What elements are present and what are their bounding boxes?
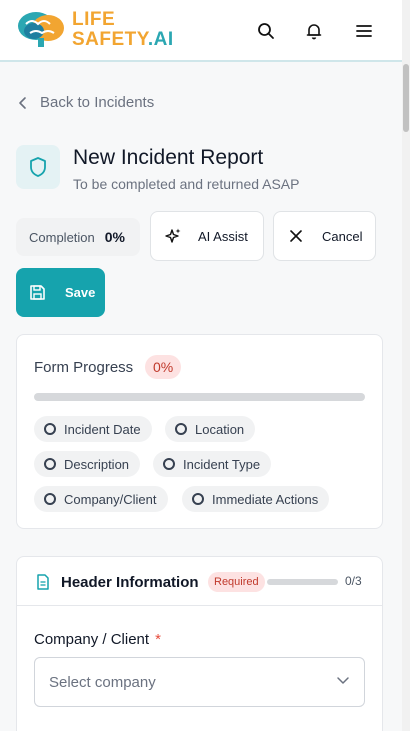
document-icon [37, 574, 49, 590]
form-progress-badge: 0% [145, 355, 182, 379]
back-to-incidents-link[interactable]: Back to Incidents [18, 94, 154, 111]
section-progress-count: 0/3 [345, 574, 362, 588]
back-link-label: Back to Incidents [40, 94, 155, 111]
form-progress-title: Form Progress [34, 359, 134, 376]
company-select-placeholder: Select company [49, 673, 156, 691]
page-subtitle: To be completed and returned ASAP [73, 176, 300, 192]
sparkles-icon [165, 228, 181, 243]
save-label: Save [65, 285, 96, 300]
circle-icon [175, 423, 187, 435]
form-progress-card: Form Progress 0% Incident Date Location … [16, 334, 383, 529]
shield-icon [16, 145, 60, 189]
section-header[interactable]: Header Information Required 0/3 [17, 557, 382, 606]
page-title: New Incident Report [73, 146, 264, 169]
close-icon [290, 230, 302, 242]
bell-icon[interactable] [303, 20, 325, 42]
chevron-left-icon [19, 96, 26, 109]
circle-icon [44, 458, 56, 470]
section-title: Header Information [61, 574, 199, 591]
chevron-down-icon [337, 677, 349, 684]
brain-logo-icon [18, 12, 64, 47]
search-icon[interactable] [255, 20, 277, 42]
circle-icon [163, 458, 175, 470]
checklist-item-description[interactable]: Description [34, 451, 141, 477]
company-select[interactable]: Select company [34, 657, 365, 707]
completion-value: 0% [104, 229, 125, 245]
header-information-section: Header Information Required 0/3 Company … [16, 556, 383, 731]
completion-indicator: Completion 0% [16, 218, 140, 256]
cancel-label: Cancel [322, 228, 363, 244]
form-progress-bar [34, 393, 365, 401]
checklist-item-incident-type[interactable]: Incident Type [153, 451, 272, 477]
checklist-item-location[interactable]: Location [165, 416, 256, 442]
scrollbar-thumb[interactable] [403, 64, 409, 132]
required-asterisk: * [155, 631, 161, 648]
menu-icon[interactable] [353, 20, 375, 42]
cancel-button[interactable]: Cancel [273, 211, 376, 261]
checklist-item-company-client[interactable]: Company/Client [34, 486, 168, 512]
circle-icon [44, 423, 56, 435]
ai-assist-label: AI Assist [198, 228, 248, 244]
save-button[interactable]: Save [16, 268, 105, 317]
ai-assist-button[interactable]: AI Assist [150, 211, 264, 261]
checklist-item-immediate-actions[interactable]: Immediate Actions [182, 486, 330, 512]
save-icon [30, 285, 45, 300]
circle-icon [192, 493, 204, 505]
circle-icon [44, 493, 56, 505]
app-header: LIFE SAFETY.AI [0, 0, 402, 62]
company-client-label: Company / Client * [34, 631, 161, 648]
completion-label: Completion [29, 229, 95, 245]
brand-name: LIFE SAFETY.AI [72, 9, 174, 50]
checklist-item-incident-date[interactable]: Incident Date [34, 416, 152, 442]
required-badge: Required [208, 572, 265, 592]
section-progress-bar [267, 579, 338, 585]
